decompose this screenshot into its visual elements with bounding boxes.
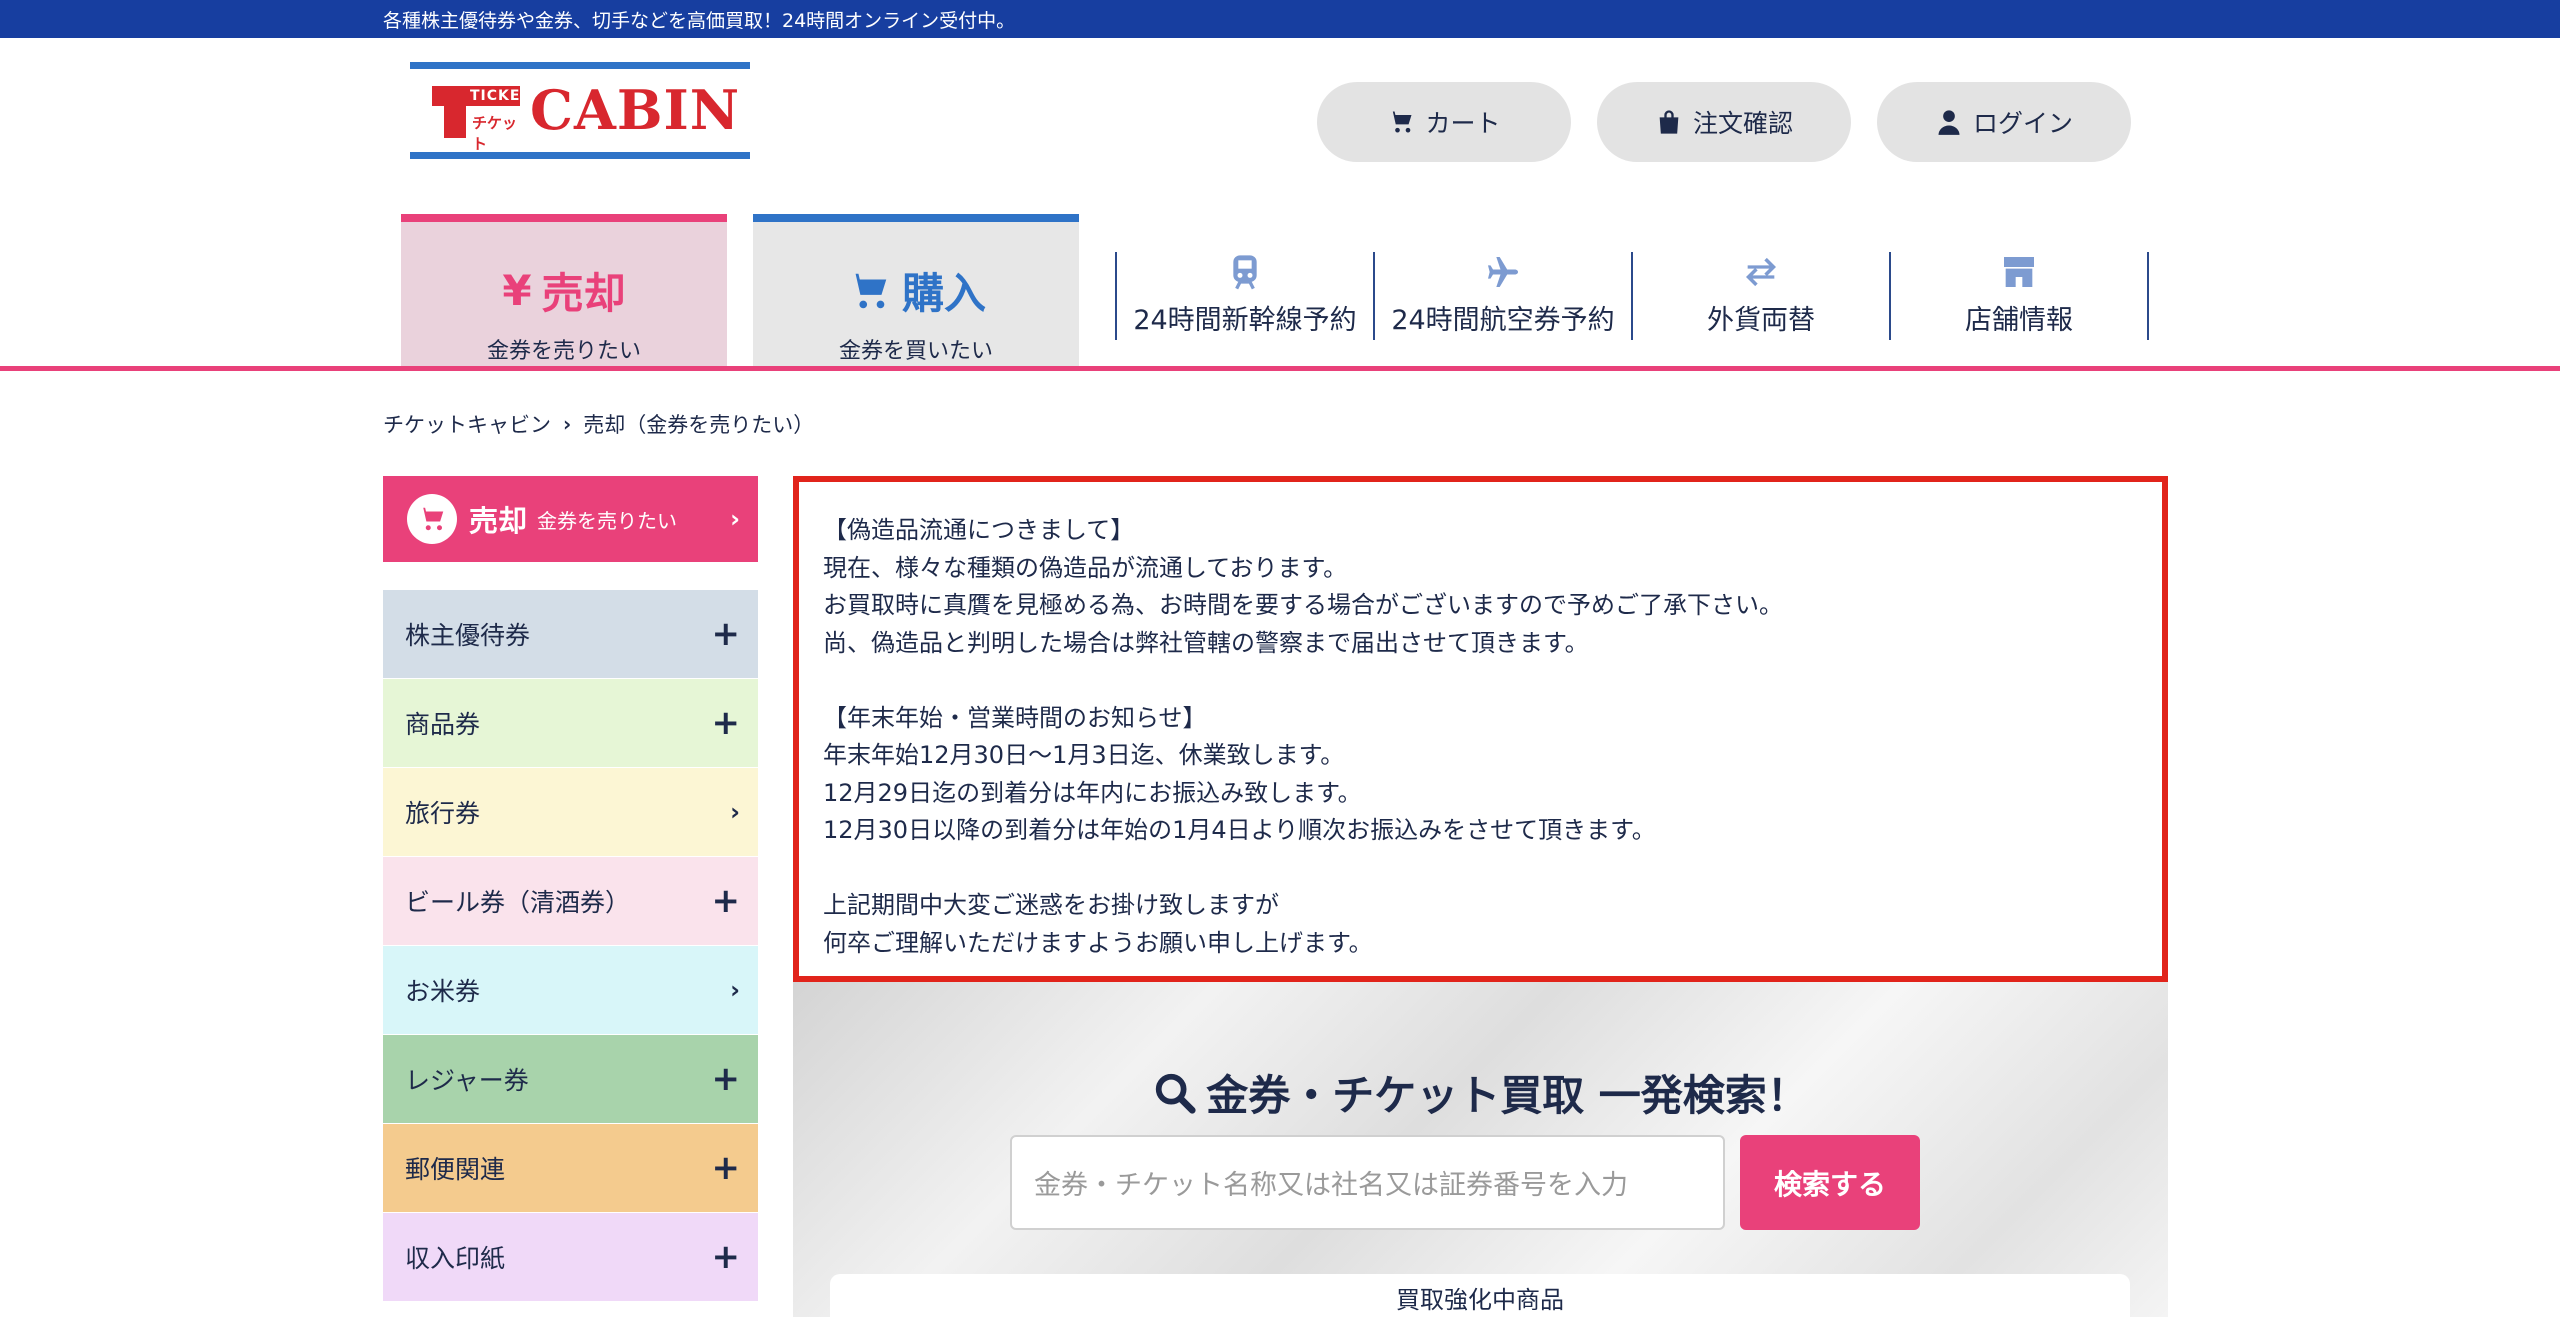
notice-line: 【偽造品流通につきまして】 [823, 516, 1135, 544]
notice-line [823, 850, 2138, 888]
tab-buy-label: 購入 [901, 269, 986, 318]
logo-brand-text: CABIN [530, 78, 741, 142]
nav-store-label: 店舗情報 [1965, 305, 2073, 336]
sidebar-item[interactable]: 商品券 + [383, 679, 758, 767]
nav-airline[interactable]: 24時間航空券予約 [1373, 252, 1631, 340]
search-panel: 金券・チケット買取 一発検索！ 金券・チケット名称又は社名又は証券番号を入力 検… [793, 982, 2168, 1334]
order-check-label: 注文確認 [1692, 109, 1793, 138]
chevron-right-icon: › [563, 412, 572, 436]
notice-line: 現在、様々な種類の偽造品が流通しております。 [823, 553, 1348, 582]
sidebar-item-label: お米券 [405, 977, 481, 1006]
sidebar-item[interactable]: 旅行券 › [383, 768, 758, 856]
chevron-right-icon: › [730, 798, 740, 826]
logo-t-mark: TICKET チケット [432, 86, 530, 153]
search-button[interactable]: 検索する [1740, 1135, 1920, 1230]
plus-icon: + [711, 1148, 741, 1188]
nav-airline-label: 24時間航空券予約 [1391, 305, 1615, 336]
cart-button[interactable]: カート [1317, 82, 1571, 162]
sidebar-item-label: 旅行券 [405, 799, 481, 828]
order-check-button[interactable]: 注文確認 [1597, 82, 1851, 162]
exchange-icon [1746, 257, 1776, 287]
cart-icon [418, 507, 444, 531]
train-icon [1233, 255, 1257, 290]
store-icon [2004, 257, 2034, 287]
notice-line [823, 662, 2138, 700]
search-icon [1156, 1073, 1196, 1114]
nav-currency-label: 外貨両替 [1707, 305, 1815, 336]
sidebar-sell-header[interactable]: 売却 金券を売りたい › [383, 476, 758, 562]
logo-top-line [410, 62, 750, 69]
plane-icon [1488, 257, 1518, 287]
notice-line: 尚、偽造品と判明した場合は弊社管轄の警察まで届出させて頂きます。 [823, 628, 1589, 657]
breadcrumb: チケットキャビン › 売却（金券を売りたい） [383, 409, 814, 439]
sidebar-item-label: 株主優待券 [405, 621, 531, 650]
nav-shinkansen[interactable]: 24時間新幹線予約 [1115, 252, 1373, 340]
sidebar-item-label: 商品券 [405, 710, 481, 739]
tab-sell-sub: 金券を売りたい [486, 339, 641, 364]
sidebar-item[interactable]: 収入印紙 + [383, 1213, 758, 1301]
plus-icon: + [711, 1059, 741, 1099]
login-button[interactable]: ログイン [1877, 82, 2131, 162]
plus-icon: + [711, 614, 741, 654]
breadcrumb-current: 売却（金券を売りたい） [583, 413, 815, 437]
top-announcement-bar: 各種株主優待券や金券、切手などを高価買取！24時間オンライン受付中。 [0, 0, 2560, 38]
plus-icon: + [711, 1237, 741, 1277]
search-title-text: 金券・チケット買取 一発検索！ [1206, 1071, 1809, 1120]
notice-line: お買取時に真贋を見極める為、お時間を要する場合がございますので予めご了承下さい。 [823, 591, 1783, 619]
logo-ticket-kana: チケット [472, 114, 518, 153]
notice-line: 年末年始12月30日〜1月3日迄、休業致します。 [823, 741, 1345, 769]
search-placeholder: 金券・チケット名称又は社名又は証券番号を入力 [1034, 1170, 1628, 1201]
nav-divider [2147, 252, 2149, 340]
cart-icon [847, 273, 887, 308]
tab-buy[interactable]: 購入 金券を買いたい [753, 214, 1079, 366]
logo-bottom-line [410, 152, 750, 159]
tab-sell-label: 売却 [541, 269, 626, 318]
breadcrumb-home[interactable]: チケットキャビン [383, 409, 551, 439]
header-divider [0, 366, 2560, 371]
nav-currency-exchange[interactable]: 外貨両替 [1631, 252, 1889, 340]
featured-products-title: 買取強化中商品 [1396, 1286, 1564, 1314]
plus-icon: + [711, 703, 741, 743]
logo-ticket-text: TICKET [470, 88, 531, 104]
nav-store-info[interactable]: 店舗情報 [1889, 252, 2147, 340]
tab-sell[interactable]: ¥ 売却 金券を売りたい [401, 214, 727, 366]
notice-line: 12月29日迄の到着分は年内にお振込み致します。 [823, 778, 1362, 807]
nav-shinkansen-label: 24時間新幹線予約 [1133, 305, 1357, 336]
cart-icon [1388, 111, 1412, 133]
notice-line: 上記期間中大変ご迷惑をお掛け致しますが [823, 891, 1279, 919]
shopping-bag-icon [1659, 110, 1679, 134]
sidebar-item-label: 郵便関連 [405, 1155, 506, 1184]
sidebar-item-label: ビール券（清酒券） [405, 888, 631, 917]
login-label: ログイン [1972, 109, 2073, 138]
sidebar-item[interactable]: 郵便関連 + [383, 1124, 758, 1212]
sidebar-item[interactable]: レジャー券 + [383, 1035, 758, 1123]
yen-icon: ¥ [502, 266, 532, 315]
sidebar-head-title: 売却 [469, 504, 528, 538]
notice-line: 何卒ご理解いただけますようお願い申し上げます。 [823, 928, 1373, 957]
sidebar-item[interactable]: 株主優待券 + [383, 590, 758, 678]
search-title: 金券・チケット買取 一発検索！ [793, 1062, 2168, 1123]
notice-box: 【偽造品流通につきまして】現在、様々な種類の偽造品が流通しております。お買取時に… [793, 476, 2168, 982]
sidebar-item[interactable]: ビール券（清酒券） + [383, 857, 758, 945]
user-icon [1938, 110, 1960, 135]
notice-line: 12月30日以降の到着分は年始の1月4日より順次お振込みをさせて頂きます。 [823, 816, 1656, 844]
plus-icon: + [711, 881, 741, 921]
chevron-right-icon: › [730, 976, 740, 1004]
sidebar-item-label: レジャー券 [405, 1066, 529, 1095]
chevron-right-icon: › [730, 505, 740, 533]
sidebar-item[interactable]: お米券 › [383, 946, 758, 1034]
featured-products-section: 買取強化中商品 [830, 1274, 2130, 1334]
tab-buy-sub: 金券を買いたい [838, 339, 993, 364]
site-logo[interactable]: TICKET チケット CABIN [410, 62, 750, 162]
search-input[interactable]: 金券・チケット名称又は社名又は証券番号を入力 [1010, 1135, 1725, 1230]
announcement-text: 各種株主優待券や金券、切手などを高価買取！24時間オンライン受付中。 [383, 10, 1016, 32]
sidebar-head-sub: 金券を売りたい [537, 508, 678, 533]
notice-line: 【年末年始・営業時間のお知らせ】 [823, 703, 1207, 732]
cart-label: カート [1425, 109, 1501, 138]
sidebar-item-label: 収入印紙 [405, 1244, 506, 1273]
